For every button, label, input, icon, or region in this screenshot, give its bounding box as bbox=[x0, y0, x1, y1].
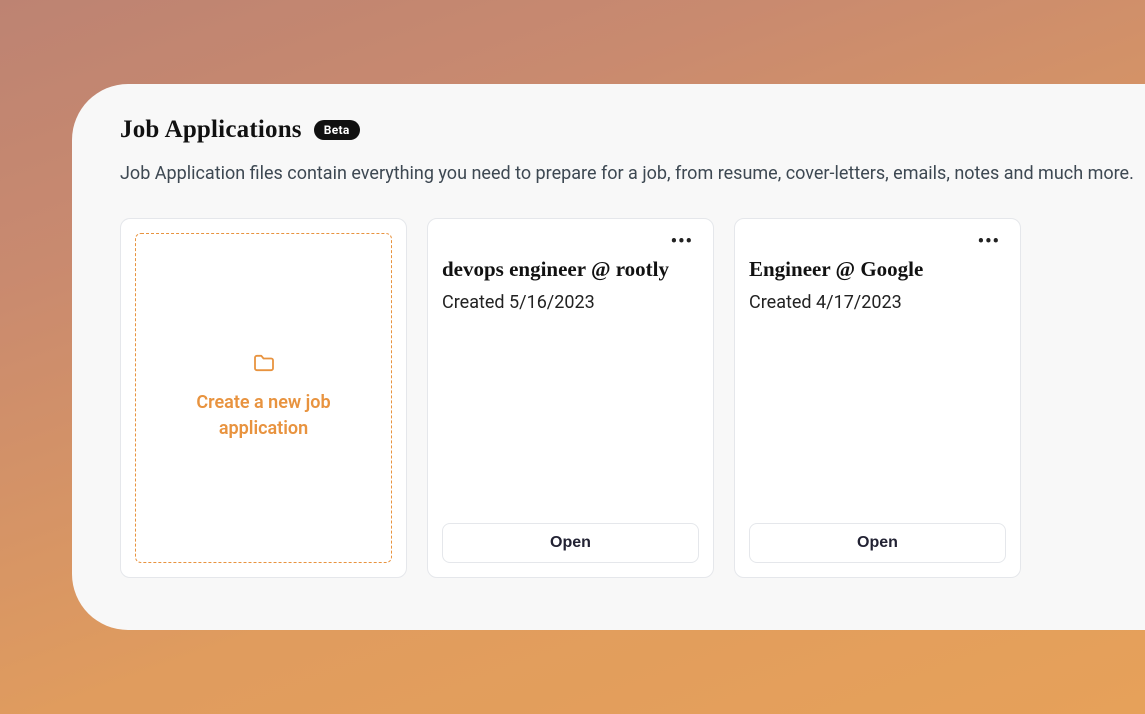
header-row: Job Applications Beta bbox=[120, 116, 1137, 144]
open-button[interactable]: Open bbox=[442, 523, 699, 563]
application-card: ••• Engineer @ Google Created 4/17/2023 … bbox=[734, 218, 1021, 578]
more-icon: ••• bbox=[978, 231, 1000, 252]
create-application-card: Create a new job application bbox=[120, 218, 407, 578]
more-icon: ••• bbox=[671, 231, 693, 252]
application-created: Created 4/17/2023 bbox=[749, 292, 1006, 313]
application-title: devops engineer @ rootly bbox=[442, 257, 699, 282]
cards-row: Create a new job application ••• devops … bbox=[120, 218, 1137, 578]
application-card: ••• devops engineer @ rootly Created 5/1… bbox=[427, 218, 714, 578]
card-more-menu[interactable]: ••• bbox=[667, 229, 697, 255]
folder-icon bbox=[253, 354, 275, 372]
spacer bbox=[442, 313, 699, 523]
create-application-button[interactable]: Create a new job application bbox=[135, 233, 392, 563]
card-more-menu[interactable]: ••• bbox=[974, 229, 1004, 255]
page-title: Job Applications bbox=[120, 116, 302, 144]
open-button[interactable]: Open bbox=[749, 523, 1006, 563]
beta-badge: Beta bbox=[314, 120, 360, 140]
spacer bbox=[749, 313, 1006, 523]
application-title: Engineer @ Google bbox=[749, 257, 1006, 282]
application-created: Created 5/16/2023 bbox=[442, 292, 699, 313]
page-description: Job Application files contain everything… bbox=[120, 160, 1137, 188]
create-application-label: Create a new job application bbox=[174, 390, 354, 442]
main-panel: Job Applications Beta Job Application fi… bbox=[72, 84, 1145, 630]
